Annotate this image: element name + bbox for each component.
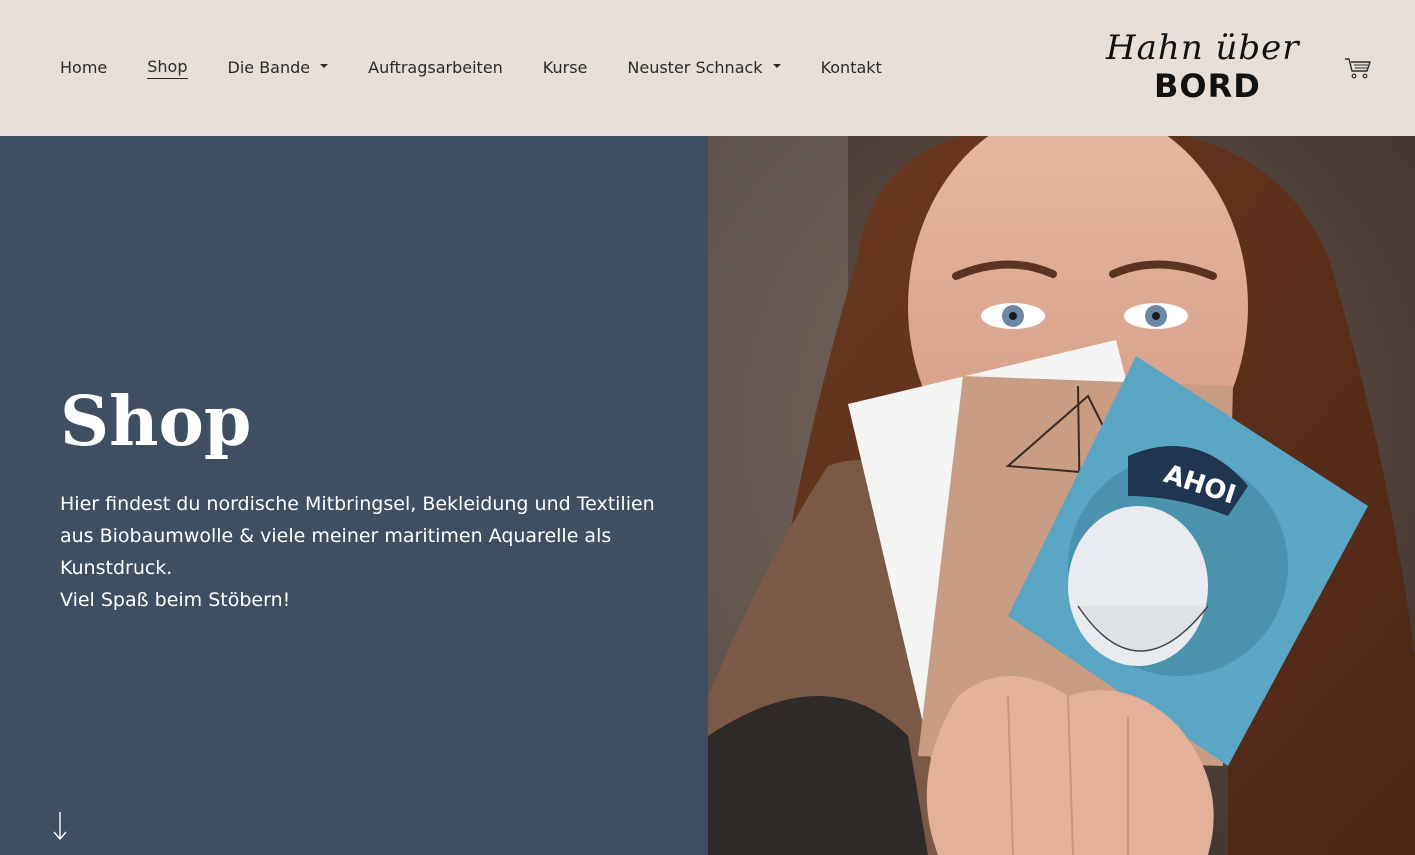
main-navigation: Home Shop Die Bande Auftragsarbeiten Kur… bbox=[60, 0, 922, 136]
nav-item-label: Kurse bbox=[542, 58, 588, 77]
caret-down-icon bbox=[320, 64, 329, 68]
nav-item-label: Shop bbox=[147, 57, 188, 79]
hero-description: Hier findest du nordische Mitbringsel, B… bbox=[60, 488, 660, 616]
nav-item-label: Die Bande bbox=[227, 58, 311, 77]
nav-item-home[interactable]: Home bbox=[60, 58, 107, 78]
hero-image: AHOI bbox=[708, 136, 1415, 855]
hero-text-panel: Shop Hier findest du nordische Mitbrings… bbox=[0, 136, 708, 855]
hero-description-line: Hier findest du nordische Mitbringsel, B… bbox=[60, 493, 655, 579]
hero-description-line: Viel Spaß beim Stöbern! bbox=[60, 589, 291, 611]
nav-item-auftragsarbeiten[interactable]: Auftragsarbeiten bbox=[368, 58, 503, 78]
site-header: Home Shop Die Bande Auftragsarbeiten Kur… bbox=[0, 0, 1415, 136]
logo-bold-text: BORD bbox=[1154, 67, 1261, 105]
nav-item-kurse[interactable]: Kurse bbox=[543, 58, 588, 78]
caret-down-icon bbox=[772, 64, 781, 68]
logo-script-text: Hahn über bbox=[1106, 28, 1300, 68]
hero-photo: AHOI bbox=[708, 136, 1415, 855]
site-logo[interactable]: Hahn über BORD bbox=[1106, 28, 1322, 108]
nav-item-shop[interactable]: Shop bbox=[147, 57, 188, 79]
nav-item-label: Auftragsarbeiten bbox=[368, 58, 503, 77]
nav-item-die-bande[interactable]: Die Bande bbox=[228, 58, 329, 78]
nav-item-kontakt[interactable]: Kontakt bbox=[821, 58, 882, 78]
page-title: Shop bbox=[60, 382, 252, 462]
shopping-cart-icon[interactable] bbox=[1344, 56, 1372, 80]
arrow-down-icon[interactable] bbox=[51, 810, 69, 842]
nav-item-neuster-schnack[interactable]: Neuster Schnack bbox=[627, 58, 781, 78]
nav-item-label: Neuster Schnack bbox=[627, 58, 763, 77]
nav-item-label: Kontakt bbox=[820, 58, 882, 77]
nav-item-label: Home bbox=[60, 58, 108, 77]
